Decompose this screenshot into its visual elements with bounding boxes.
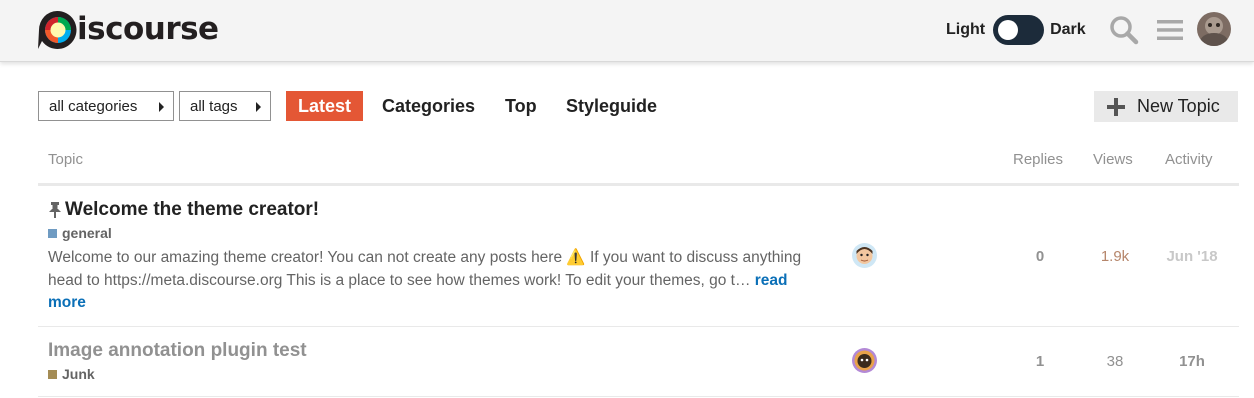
column-header-topic[interactable]: Topic: [48, 151, 83, 168]
plus-icon: [1106, 97, 1126, 117]
theme-switch-knob: [998, 20, 1019, 40]
tab-styleguide[interactable]: Styleguide: [566, 91, 657, 121]
category-name: general: [62, 225, 112, 241]
category-badge[interactable]: general: [48, 225, 112, 241]
discourse-logo[interactable]: iscourse: [37, 8, 219, 52]
topic-title-link[interactable]: Image annotation plugin test: [48, 340, 307, 362]
discourse-logo-mark: [37, 10, 77, 50]
view-count: 1.9k: [1100, 248, 1130, 265]
tab-categories[interactable]: Categories: [382, 91, 475, 121]
column-header-views[interactable]: Views: [1093, 151, 1133, 168]
new-topic-label: New Topic: [1137, 96, 1220, 116]
activity-date[interactable]: Jun '18: [1160, 248, 1224, 265]
caret-right-icon: [256, 102, 261, 112]
row-divider: [38, 396, 1239, 397]
poster-avatar[interactable]: [852, 348, 877, 373]
topic-excerpt: Welcome to our amazing theme creator! Yo…: [48, 247, 828, 315]
row-divider: [38, 326, 1239, 327]
hamburger-menu-icon[interactable]: [1153, 13, 1187, 47]
activity-date[interactable]: 17h: [1160, 353, 1224, 370]
tag-dropdown[interactable]: all tags: [179, 91, 271, 121]
theme-toggle: Light Dark: [946, 12, 1086, 48]
topic-excerpt-text: Welcome to our amazing theme creator! Yo…: [48, 249, 802, 289]
category-badge[interactable]: Junk: [48, 366, 95, 382]
table-header-divider: [38, 183, 1239, 186]
tab-latest[interactable]: Latest: [286, 91, 364, 121]
reply-count: 0: [1035, 248, 1045, 265]
new-topic-button[interactable]: New Topic: [1094, 91, 1238, 122]
theme-switch[interactable]: [993, 15, 1045, 45]
pin-icon: [48, 201, 62, 224]
search-icon[interactable]: [1107, 13, 1141, 47]
view-count: 38: [1106, 353, 1124, 370]
category-dropdown[interactable]: all categories: [38, 91, 174, 121]
site-header: iscourse Light Dark: [0, 0, 1254, 62]
caret-right-icon: [159, 102, 164, 112]
category-color-square: [48, 228, 57, 238]
column-header-replies[interactable]: Replies: [1013, 151, 1063, 168]
poster-avatar[interactable]: [852, 243, 877, 268]
tag-dropdown-label: all tags: [190, 97, 238, 115]
theme-light-label: Light: [946, 21, 986, 38]
tab-top[interactable]: Top: [505, 91, 537, 121]
user-avatar[interactable]: [1197, 12, 1231, 46]
theme-dark-label: Dark: [1050, 21, 1086, 38]
topic-title-link[interactable]: Welcome the theme creator!: [65, 199, 319, 221]
category-dropdown-label: all categories: [49, 97, 138, 115]
logo-wordmark: iscourse: [77, 11, 219, 47]
column-header-activity[interactable]: Activity: [1165, 151, 1213, 168]
reply-count: 1: [1035, 353, 1045, 370]
category-name: Junk: [62, 366, 95, 382]
category-color-square: [48, 369, 57, 379]
